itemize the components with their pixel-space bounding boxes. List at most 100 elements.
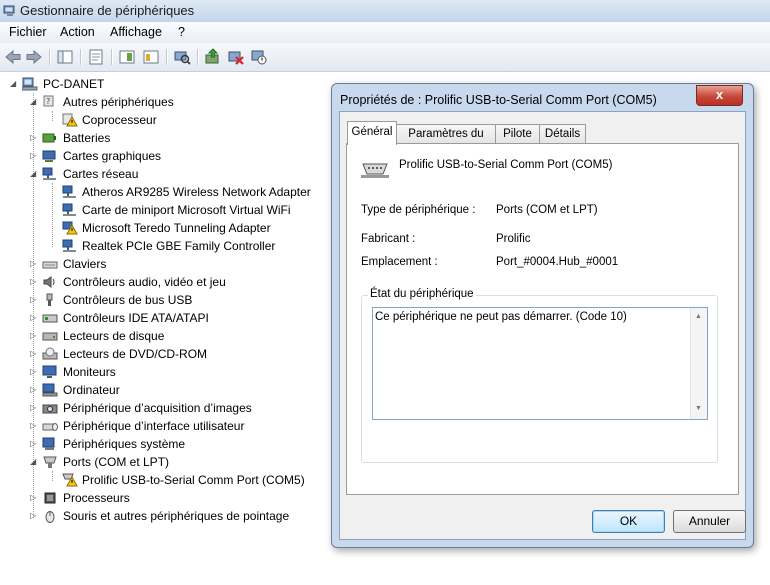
unknown-device-icon: ?	[43, 95, 54, 107]
tree-item-label: Contrôleurs de bus USB	[63, 293, 193, 307]
ide-controller-icon	[42, 314, 58, 323]
port-icon	[43, 456, 57, 468]
computer-icon	[42, 383, 58, 397]
expand-arrow-icon[interactable]: ▷	[30, 363, 39, 381]
status-scrollbar[interactable]: ▲ ▼	[690, 308, 707, 419]
serial-port-icon	[361, 163, 389, 178]
network-adapter-icon	[62, 203, 76, 216]
warning-device-icon	[62, 113, 78, 127]
tree-item-label: Coprocesseur	[82, 113, 157, 127]
prop-manufacturer-label: Fabricant :	[361, 233, 416, 245]
menu-action[interactable]: Action	[60, 25, 95, 39]
expand-arrow-icon[interactable]: ▷	[30, 129, 39, 147]
scan-hardware-icon[interactable]	[173, 48, 191, 66]
scroll-up-icon[interactable]: ▲	[695, 313, 702, 320]
tree-item-label: Prolific USB-to-Serial Comm Port (COM5)	[82, 473, 305, 487]
monitor-icon	[42, 365, 57, 378]
network-adapter-icon	[42, 167, 56, 180]
properties-icon[interactable]	[87, 48, 105, 66]
cancel-button[interactable]: Annuler	[673, 510, 746, 533]
tree-item-label: Batteries	[63, 131, 111, 145]
disable-device-icon[interactable]	[250, 48, 268, 66]
device-status-text: Ce périphérique ne peut pas démarrer. (C…	[375, 311, 627, 323]
expand-arrow-icon[interactable]: ▷	[30, 399, 39, 417]
processor-icon	[44, 492, 56, 504]
tree-item-label: Ordinateur	[63, 383, 120, 397]
warning-network-icon	[62, 221, 78, 235]
collapse-arrow-icon[interactable]: ◢	[30, 165, 39, 183]
tree-item-label: Périphérique d’interface utilisateur	[63, 419, 245, 433]
expand-arrow-icon[interactable]: ▷	[30, 255, 39, 273]
expand-arrow-icon[interactable]: ▷	[30, 435, 39, 453]
device-status-group: État du périphérique Ce périphérique ne …	[361, 288, 718, 463]
collapse-arrow-icon[interactable]: ◢	[30, 93, 39, 111]
tree-item-label: Atheros AR9285 Wireless Network Adapter	[82, 185, 311, 199]
tree-item-label: Périphériques système	[63, 437, 186, 451]
menu-affichage[interactable]: Affichage	[110, 25, 162, 39]
general-panel: Prolific USB-to-Serial Comm Port (COM5) …	[346, 143, 739, 495]
display-adapter-icon	[42, 150, 56, 162]
camera-icon	[42, 404, 58, 414]
expand-arrow-icon[interactable]: ▷	[30, 327, 39, 345]
collapse-arrow-icon[interactable]: ◢	[30, 453, 39, 471]
menu-help[interactable]: ?	[178, 25, 185, 39]
collapse-arrow-icon[interactable]: ◢	[10, 75, 19, 93]
expand-arrow-icon[interactable]: ▷	[30, 291, 39, 309]
update-driver-icon[interactable]	[204, 48, 222, 66]
menu-fichier[interactable]: Fichier	[9, 25, 47, 39]
mouse-icon	[45, 511, 55, 523]
network-adapter-icon	[62, 239, 76, 252]
prop-location-label: Emplacement :	[361, 256, 438, 268]
tab-port-settings[interactable]: Paramètres du port	[396, 124, 496, 159]
tree-root-label: PC-DANET	[43, 77, 105, 91]
expand-arrow-icon[interactable]: ▷	[30, 273, 39, 291]
tab-general[interactable]: Général	[347, 121, 397, 145]
tree-item-label: Claviers	[63, 257, 107, 271]
toolbar	[0, 43, 770, 72]
speaker-icon	[43, 276, 55, 288]
prop-type-label: Type de périphérique :	[361, 204, 476, 216]
ok-button[interactable]: OK	[592, 510, 665, 533]
tree-item-label: Lecteurs de DVD/CD-ROM	[63, 347, 208, 361]
show-hide-tree-icon[interactable]	[56, 48, 74, 66]
dialog-body: Général Paramètres du port Pilote Détail…	[339, 111, 746, 540]
tree-item-label: Cartes réseau	[63, 167, 139, 181]
close-icon: x	[715, 87, 724, 102]
tree-item-label: Périphérique d’acquisition d’images	[63, 401, 252, 415]
back-arrow-icon[interactable]	[4, 48, 22, 66]
forward-arrow-icon[interactable]	[25, 48, 43, 66]
properties-dialog: Propriétés de : Prolific USB-to-Serial C…	[331, 83, 754, 548]
tab-details[interactable]: Détails	[539, 124, 586, 144]
close-button[interactable]: x	[696, 85, 743, 106]
usb-icon	[46, 293, 53, 306]
window-titlebar: Gestionnaire de périphériques	[0, 0, 770, 23]
tab-driver[interactable]: Pilote	[495, 124, 540, 144]
device-tree: ◢ PC-DANET ◢ ? Autres périphériques Copr…	[0, 71, 330, 585]
device-name: Prolific USB-to-Serial Comm Port (COM5)	[399, 159, 613, 171]
help-icon[interactable]	[118, 48, 136, 66]
system-device-icon	[42, 437, 55, 450]
device-status-textbox[interactable]: Ce périphérique ne peut pas démarrer. (C…	[372, 307, 708, 420]
computer-icon	[22, 77, 38, 91]
window-title: Gestionnaire de périphériques	[20, 3, 195, 18]
expand-arrow-icon[interactable]: ▷	[30, 417, 39, 435]
network-adapter-icon	[62, 185, 76, 198]
keyboard-icon	[42, 261, 58, 269]
warning-port-icon	[62, 473, 78, 487]
details-view-icon[interactable]	[142, 48, 160, 66]
expand-arrow-icon[interactable]: ▷	[30, 147, 39, 165]
battery-icon	[42, 133, 56, 143]
prop-type-value: Ports (COM et LPT)	[496, 204, 598, 216]
svg-text:?: ?	[46, 97, 50, 106]
menu-bar: Fichier Action Affichage ?	[0, 22, 770, 43]
expand-arrow-icon[interactable]: ▷	[30, 507, 39, 525]
expand-arrow-icon[interactable]: ▷	[30, 345, 39, 363]
tree-item-label: Souris et autres périphériques de pointa…	[63, 509, 290, 523]
dvd-drive-icon	[42, 347, 58, 360]
expand-arrow-icon[interactable]: ▷	[30, 489, 39, 507]
expand-arrow-icon[interactable]: ▷	[30, 309, 39, 327]
scroll-down-icon[interactable]: ▼	[695, 405, 702, 412]
expand-arrow-icon[interactable]: ▷	[30, 381, 39, 399]
tree-item-label: Contrôleurs audio, vidéo et jeu	[63, 275, 226, 289]
uninstall-device-icon[interactable]	[227, 48, 245, 66]
